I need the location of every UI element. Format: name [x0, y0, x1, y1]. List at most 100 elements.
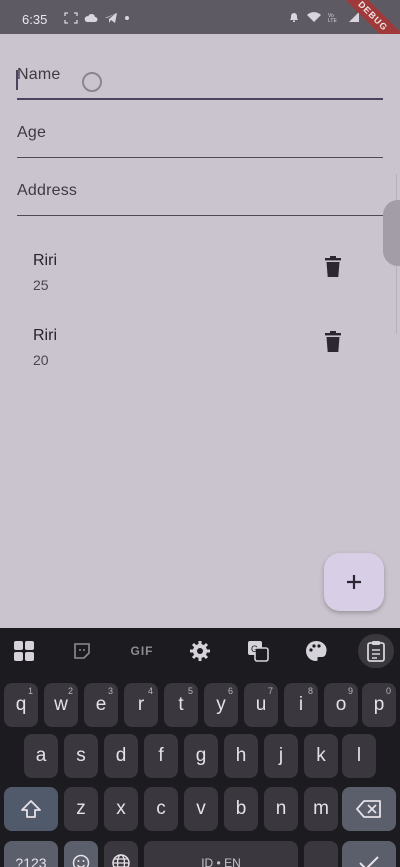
backspace-key[interactable] — [342, 787, 396, 831]
key-s[interactable]: s — [64, 734, 98, 778]
item-age: 25 — [33, 277, 49, 293]
key-w[interactable]: w2 — [44, 683, 78, 727]
key-hint: 0 — [385, 686, 391, 696]
key-hint: 6 — [227, 686, 233, 696]
add-fab-button[interactable] — [324, 553, 384, 611]
gif-button[interactable]: GIF — [128, 640, 156, 662]
touch-indicator — [82, 72, 102, 92]
key-label: h — [235, 745, 247, 766]
key-label: v — [196, 798, 206, 819]
symbols-key[interactable]: ?123 — [4, 841, 58, 867]
key-label: c — [156, 798, 166, 819]
key-d[interactable]: d — [104, 734, 138, 778]
key-t[interactable]: t5 — [164, 683, 198, 727]
list-item[interactable]: Riri 20 — [33, 327, 353, 368]
status-left-icons — [64, 12, 130, 24]
space-label: ID • EN — [201, 856, 241, 867]
add-icon — [347, 575, 361, 589]
key-label: t — [178, 694, 184, 715]
apps-grid-icon[interactable] — [12, 640, 36, 662]
key-hint: 1 — [27, 686, 33, 696]
key-u[interactable]: u7 — [244, 683, 278, 727]
key-v[interactable]: v — [184, 787, 218, 831]
key-p[interactable]: p0 — [362, 683, 396, 727]
key-i[interactable]: i8 — [284, 683, 318, 727]
key-hint: 8 — [307, 686, 313, 696]
status-time: 6:35 — [22, 12, 48, 27]
language-key[interactable] — [104, 841, 138, 867]
alarm-icon — [290, 13, 298, 22]
key-label: f — [158, 745, 164, 766]
key-hint: 2 — [67, 686, 73, 696]
name-field-underline — [17, 98, 383, 100]
delete-icon[interactable] — [323, 256, 343, 278]
palette-icon[interactable] — [304, 640, 328, 662]
status-bar: 6:35 Vo LTE DEBUG — [0, 0, 400, 61]
settings-gear-icon[interactable] — [188, 640, 212, 662]
key-label: i — [298, 694, 304, 715]
svg-text:G: G — [251, 644, 258, 654]
key-label: ?123 — [15, 855, 47, 867]
sticker-icon[interactable] — [70, 640, 94, 662]
key-z[interactable]: z — [64, 787, 98, 831]
key-b[interactable]: b — [224, 787, 258, 831]
key-label: u — [255, 694, 267, 715]
list-item[interactable]: Riri 25 — [33, 252, 353, 293]
key-label: n — [275, 798, 287, 819]
name-field[interactable]: Name — [16, 66, 383, 100]
key-label: o — [335, 694, 347, 715]
key-o[interactable]: o9 — [324, 683, 358, 727]
key-j[interactable]: j — [264, 734, 298, 778]
age-field[interactable]: Age — [17, 124, 383, 158]
key-label: s — [76, 745, 86, 766]
key-n[interactable]: n — [264, 787, 298, 831]
key-hint: 4 — [147, 686, 153, 696]
globe-icon — [112, 854, 130, 867]
key-q[interactable]: q1 — [4, 683, 38, 727]
key-k[interactable]: k — [304, 734, 338, 778]
item-name: Riri — [33, 252, 57, 269]
key-l[interactable]: l — [342, 734, 376, 778]
key-a[interactable]: a — [24, 734, 58, 778]
emoji-icon — [72, 854, 90, 867]
key-r[interactable]: r4 — [124, 683, 158, 727]
backspace-icon — [356, 800, 381, 818]
text-cursor — [16, 70, 18, 90]
address-field-label: Address — [17, 182, 78, 199]
shift-icon — [21, 800, 41, 818]
key-label: l — [356, 745, 362, 766]
scroll-handle[interactable] — [383, 200, 400, 266]
key-label: e — [95, 694, 107, 715]
item-age: 20 — [33, 352, 49, 368]
translate-icon[interactable]: G — [246, 640, 270, 662]
status-right-icons: Vo LTE — [288, 11, 360, 23]
key-e[interactable]: e3 — [84, 683, 118, 727]
emoji-key[interactable] — [64, 841, 98, 867]
key-label: q — [15, 694, 27, 715]
keyboard-toolbar: GIF G — [0, 628, 400, 674]
key-label: k — [316, 745, 326, 766]
key-label: g — [195, 745, 207, 766]
address-field[interactable]: Address — [17, 182, 383, 216]
age-field-label: Age — [17, 124, 47, 141]
key-label: m — [313, 798, 329, 819]
key-m[interactable]: m — [304, 787, 338, 831]
space-key[interactable]: ID • EN — [144, 841, 298, 867]
key-g[interactable]: g — [184, 734, 218, 778]
check-icon — [359, 856, 379, 867]
enter-key[interactable] — [342, 841, 396, 867]
clipboard-icon[interactable] — [364, 640, 388, 662]
shift-key[interactable] — [4, 787, 58, 831]
delete-icon[interactable] — [323, 331, 343, 353]
key-c[interactable]: c — [144, 787, 178, 831]
key-f[interactable]: f — [144, 734, 178, 778]
app-content: Name Age Address Riri 25 Riri 20 — [0, 34, 400, 628]
key-label: d — [115, 745, 127, 766]
key-x[interactable]: x — [104, 787, 138, 831]
period-key[interactable] — [304, 841, 338, 867]
key-label: p — [373, 694, 385, 715]
key-label: a — [35, 745, 47, 766]
key-y[interactable]: y6 — [204, 683, 238, 727]
svg-text:LTE: LTE — [328, 18, 337, 23]
key-h[interactable]: h — [224, 734, 258, 778]
